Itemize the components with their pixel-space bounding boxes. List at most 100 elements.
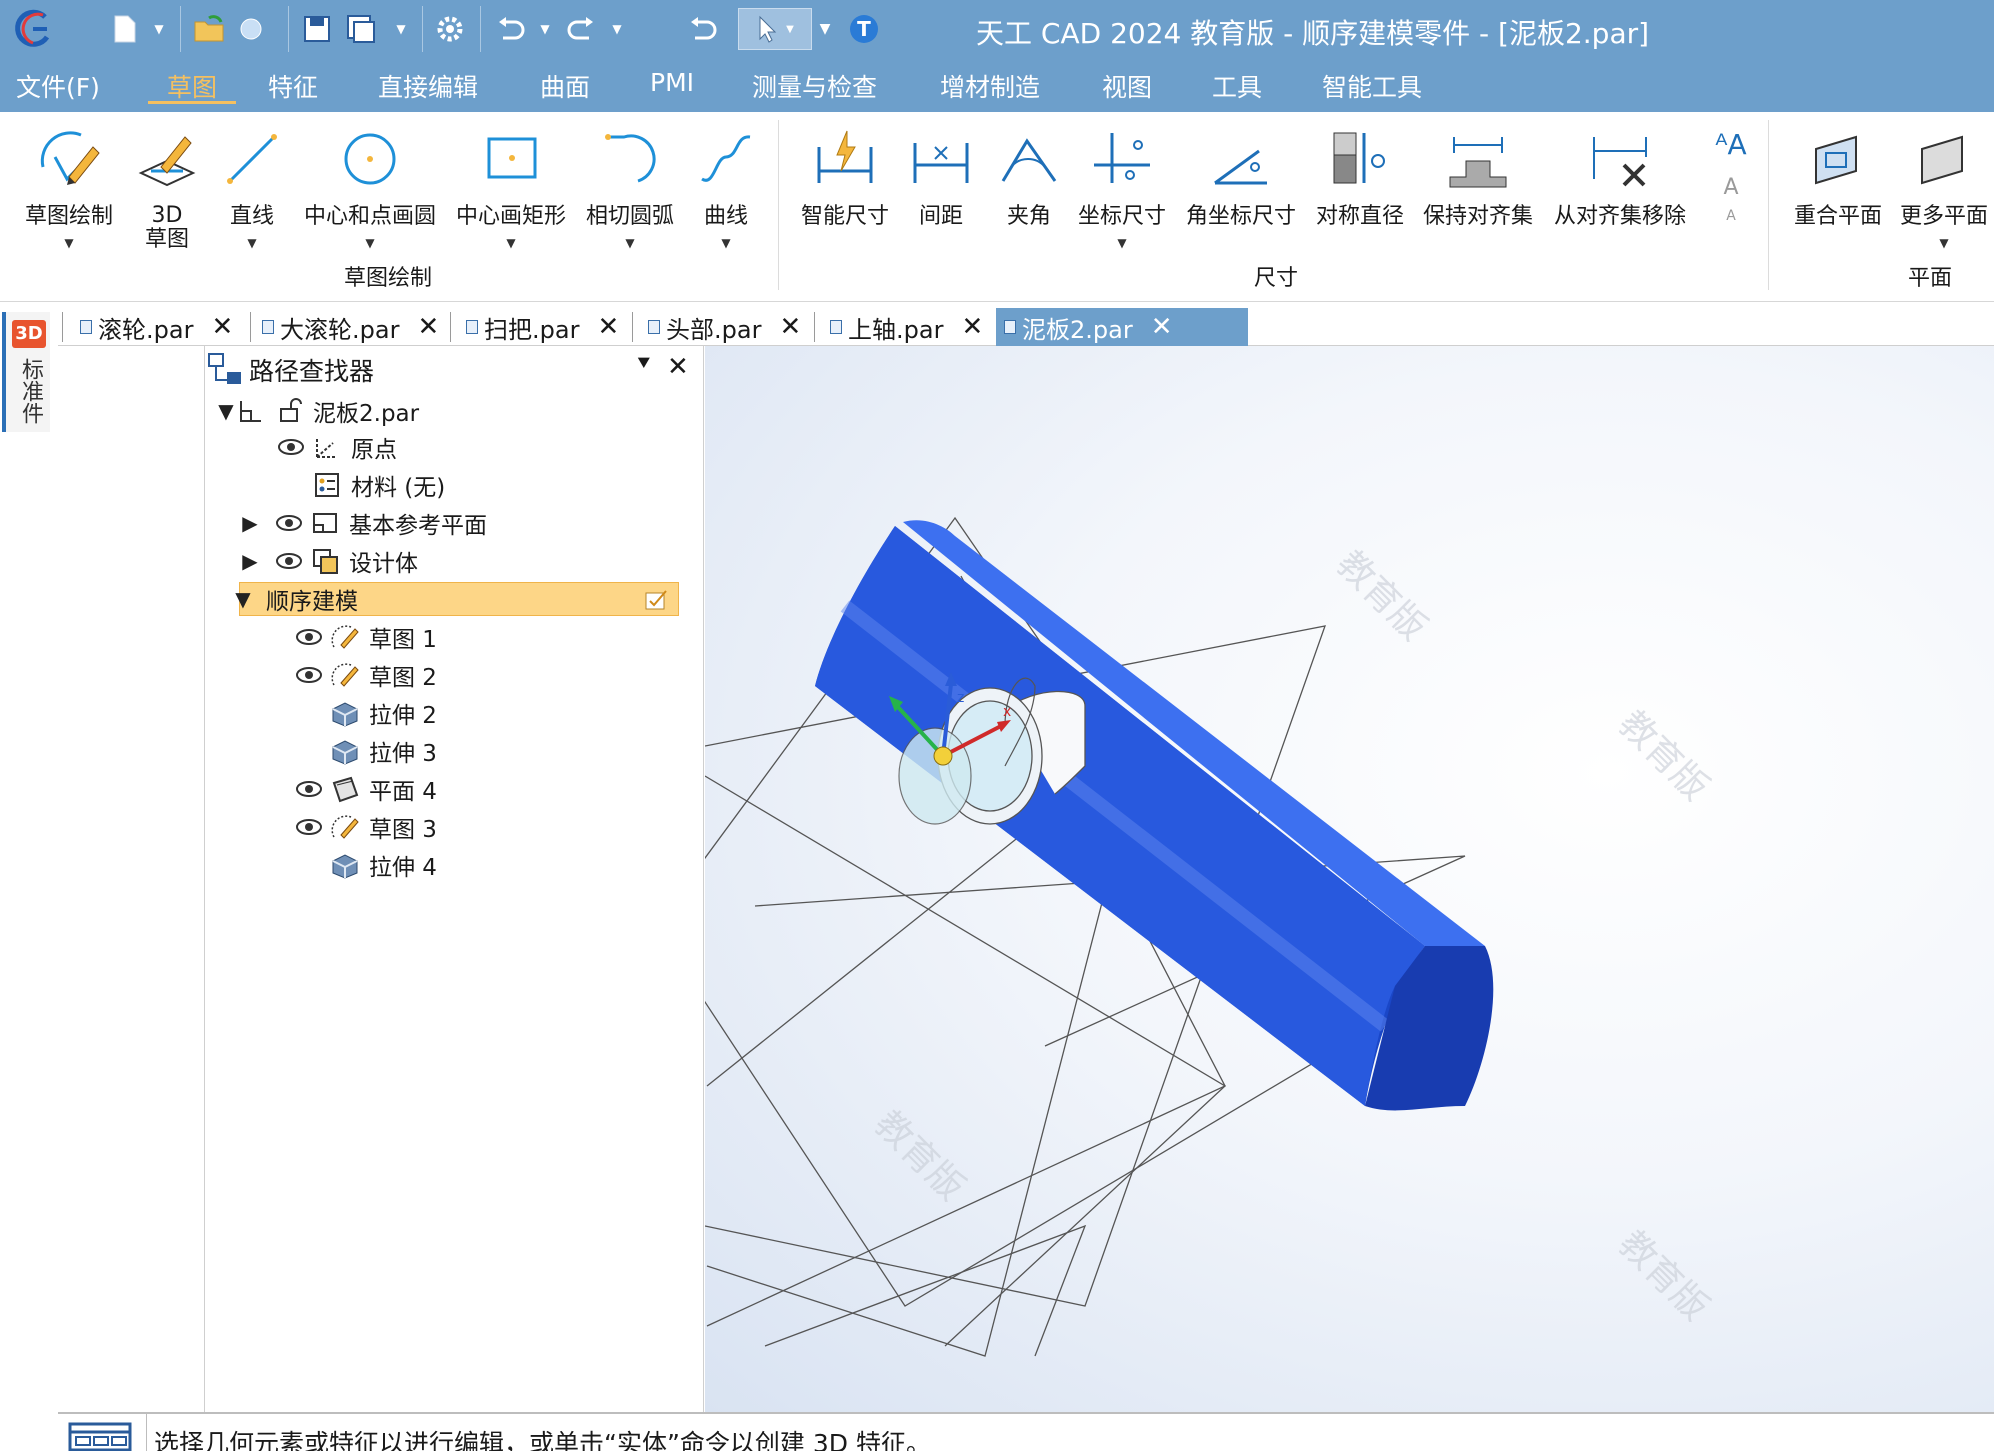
menu-sketch[interactable]: 草图 — [148, 68, 236, 104]
chevron-down-icon[interactable]: ▼ — [365, 236, 374, 250]
chevron-down-icon[interactable]: ▼ — [814, 8, 836, 50]
open-icon[interactable] — [192, 8, 228, 50]
sketch-3d-button[interactable]: 3D 草图 — [126, 118, 208, 298]
chevron-down-icon[interactable]: ▼ — [608, 8, 626, 50]
save-icon[interactable] — [300, 8, 334, 50]
menu-direct-edit[interactable]: 直接编辑 — [374, 68, 482, 104]
menu-feature[interactable]: 特征 — [264, 68, 322, 104]
undo-icon[interactable] — [492, 8, 528, 50]
tree-label: 顺序建模 — [266, 589, 358, 615]
chevron-down-icon[interactable]: ▼ — [536, 8, 554, 50]
globe-icon[interactable] — [236, 8, 266, 50]
line-button[interactable]: 直线 ▼ — [212, 118, 292, 298]
chevron-down-icon[interactable]: ▼ — [721, 236, 730, 250]
collapse-icon[interactable]: ▼ — [215, 399, 237, 423]
tree-feature-sketch-2[interactable]: 草图 2 — [295, 658, 437, 692]
close-icon[interactable]: ✕ — [779, 312, 801, 342]
tree-root[interactable]: ▼ 泥板2.par — [215, 394, 419, 428]
remove-align-button[interactable]: 从对齐集移除 — [1544, 118, 1696, 298]
close-icon[interactable]: ✕ — [597, 312, 619, 342]
tree-feature-extrude-2[interactable]: 拉伸 2 — [331, 696, 437, 730]
eye-icon[interactable] — [277, 437, 305, 457]
chevron-down-icon[interactable]: ▼ — [1939, 236, 1948, 250]
tree-ordered-modeling[interactable]: ▼ 顺序建模 — [235, 582, 679, 616]
tree-feature-extrude-3[interactable]: 拉伸 3 — [331, 734, 437, 768]
eye-icon[interactable] — [275, 551, 303, 571]
status-panel-icon[interactable] — [68, 1422, 132, 1451]
chevron-down-icon[interactable]: ▼ — [150, 8, 168, 50]
new-file-icon[interactable] — [110, 8, 140, 50]
back-icon[interactable] — [684, 8, 720, 50]
model-canvas[interactable]: 教育版 教育版 教育版 教育版 z x — [705, 346, 1994, 1412]
collapse-icon[interactable]: ▼ — [232, 587, 254, 611]
menu-pmi[interactable]: PMI — [646, 68, 698, 104]
chevron-down-icon[interactable]: ⯆ — [635, 352, 653, 377]
tree-feature-sketch-3[interactable]: 草图 3 — [295, 810, 437, 844]
smart-dim-button[interactable]: 智能尺寸 — [794, 118, 896, 298]
expand-icon[interactable]: ▶ — [239, 511, 261, 535]
tangent-arc-button[interactable]: 相切圆弧 ▼ — [580, 118, 680, 298]
tiangong-icon[interactable]: T — [846, 8, 882, 50]
menu-tools[interactable]: 工具 — [1208, 68, 1266, 104]
tab-head[interactable]: 头部.par ✕ — [640, 308, 812, 346]
chevron-down-icon[interactable]: ▼ — [625, 236, 634, 250]
menu-surface[interactable]: 曲面 — [536, 68, 594, 104]
chevron-down-icon[interactable]: ▼ — [247, 236, 256, 250]
standard-parts-label: 标准件 — [18, 358, 43, 424]
keep-align-button[interactable]: 保持对齐集 — [1416, 118, 1540, 298]
sym-diameter-button[interactable]: 对称直径 — [1308, 118, 1412, 298]
close-icon[interactable]: ✕ — [211, 312, 233, 342]
text-style-button[interactable]: ᴬA A A — [1706, 118, 1756, 298]
tab-upper-shaft[interactable]: 上轴.par ✕ — [822, 308, 994, 346]
save-as-icon[interactable] — [344, 8, 378, 50]
unlock-icon — [280, 398, 302, 422]
close-icon[interactable]: ✕ — [961, 312, 983, 342]
tree-design-body[interactable]: ▶ 设计体 — [239, 544, 418, 578]
angle-button[interactable]: 夹角 — [988, 118, 1070, 298]
eye-icon[interactable] — [295, 817, 323, 837]
redo-icon[interactable] — [564, 8, 600, 50]
menu-smart-tools[interactable]: 智能工具 — [1318, 68, 1426, 104]
coord-dim-button[interactable]: 坐标尺寸 ▼ — [1072, 118, 1172, 298]
chevron-down-icon[interactable]: ▼ — [392, 8, 410, 50]
curve-button[interactable]: 曲线 ▼ — [690, 118, 762, 298]
sketch-draw-button[interactable]: 草图绘制 ▼ — [14, 118, 124, 298]
eye-icon[interactable] — [275, 513, 303, 533]
tree-origin[interactable]: 原点 — [277, 430, 397, 464]
close-icon[interactable]: ✕ — [417, 312, 439, 342]
eye-icon[interactable] — [295, 627, 323, 647]
menu-measure[interactable]: 测量与检查 — [748, 68, 881, 104]
3d-viewport[interactable]: 教育版 教育版 教育版 教育版 z x — [705, 346, 1994, 1412]
tab-mud-plate-2[interactable]: 泥板2.par ✕ — [996, 308, 1248, 346]
tree-feature-sketch-1[interactable]: 草图 1 — [295, 620, 437, 654]
select-arrow-icon[interactable]: ▼ — [738, 8, 812, 50]
tree-feature-extrude-4[interactable]: 拉伸 4 — [331, 848, 437, 882]
symmetric-diameter-icon — [1325, 118, 1395, 200]
eye-icon[interactable] — [295, 779, 323, 799]
chevron-down-icon[interactable]: ▼ — [64, 236, 73, 250]
tab-broom[interactable]: 扫把.par ✕ — [458, 308, 630, 346]
app-logo-icon[interactable] — [10, 8, 56, 50]
tree-material[interactable]: 材料 (无) — [313, 468, 445, 502]
center-rect-button[interactable]: 中心画矩形 ▼ — [452, 118, 570, 298]
standard-parts-tab[interactable]: 3D 标准件 — [2, 312, 50, 432]
tab-big-roller[interactable]: 大滚轮.par ✕ — [254, 308, 450, 346]
eye-icon[interactable] — [295, 665, 323, 685]
distance-button[interactable]: 间距 — [900, 118, 982, 298]
watermark-text: 教育版 — [1611, 1223, 1716, 1328]
chevron-down-icon[interactable]: ▼ — [506, 236, 515, 250]
menu-additive[interactable]: 增材制造 — [936, 68, 1044, 104]
settings-icon[interactable] — [432, 8, 468, 50]
tab-roller[interactable]: 滚轮.par ✕ — [72, 308, 248, 346]
menu-view[interactable]: 视图 — [1098, 68, 1156, 104]
tree-feature-plane-4[interactable]: 平面 4 — [295, 772, 437, 806]
coincident-plane-button[interactable]: 重合平面 — [1782, 118, 1894, 298]
chevron-down-icon[interactable]: ▼ — [1117, 236, 1126, 250]
checkmark-icon[interactable] — [644, 587, 668, 611]
menu-file[interactable]: 文件(F) — [12, 68, 104, 104]
expand-icon[interactable]: ▶ — [239, 549, 261, 573]
close-icon[interactable]: ✕ — [667, 352, 689, 382]
tree-base-planes[interactable]: ▶ 基本参考平面 — [239, 506, 487, 540]
tab-separator — [814, 312, 815, 342]
close-icon[interactable]: ✕ — [1151, 312, 1173, 342]
